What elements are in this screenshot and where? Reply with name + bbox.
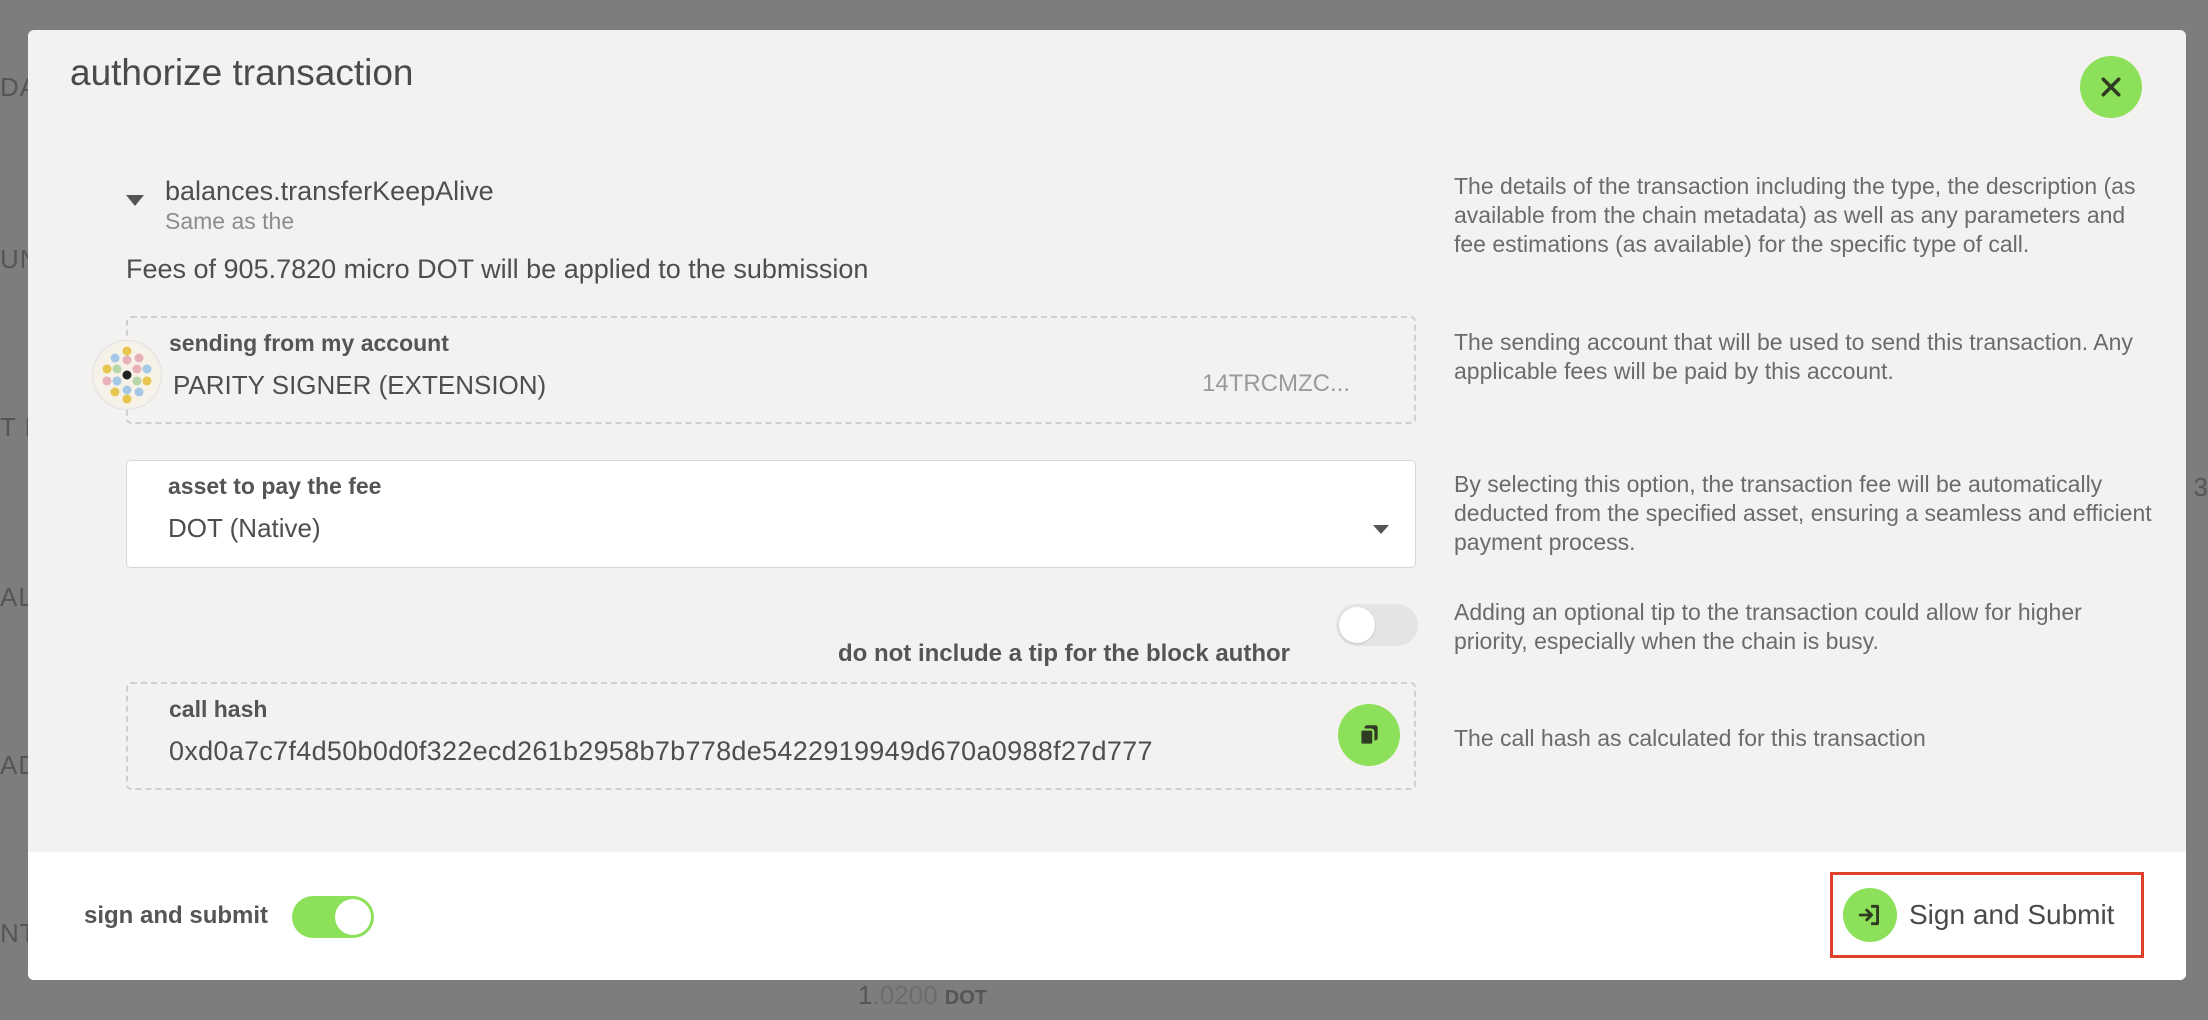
fees-info: Fees of 905.7820 micro DOT will be appli… [126,254,869,284]
copy-icon [1359,725,1378,746]
call-hash-value: 0xd0a7c7f4d50b0d0f322ecd261b2958b7b778de… [169,736,1153,766]
help-sending-account: The sending account that will be used to… [1454,329,2133,384]
modal-footer: sign and submit Sign and Submit [28,852,2186,980]
sending-account-name: PARITY SIGNER (EXTENSION) [173,370,547,400]
toggle-knob [335,899,371,935]
account-avatar [92,340,162,410]
sending-account-field: sending from my account PARITY SIGNER (E… [126,316,1416,424]
sending-account-address: 14TRCMZC... [1201,370,1350,397]
modal-title: authorize transaction [70,52,414,93]
authorize-transaction-modal: authorize transaction balances.transferK… [28,30,2186,980]
fee-asset-label: asset to pay the fee [168,473,382,499]
tip-toggle-label: do not include a tip for the block autho… [838,640,1290,667]
close-button[interactable] [2080,56,2142,118]
toggle-knob [1339,607,1375,643]
tip-toggle[interactable] [1336,604,1418,646]
call-hash-field: call hash 0xd0a7c7f4d50b0d0f322ecd261b29… [126,682,1416,790]
bg-balance: 1.0200 DOT [858,980,987,1011]
help-tip: Adding an optional tip to the transactio… [1454,599,2082,654]
sign-submit-toggle[interactable] [292,896,374,938]
bg-balance-int: 1 [858,980,873,1010]
expand-caret-icon[interactable] [126,195,144,206]
help-call-hash: The call hash as calculated for this tra… [1454,725,1926,751]
call-method-name: balances.transferKeepAlive [165,176,494,206]
bg-balance-dec: .0200 [872,980,938,1010]
sign-in-icon [1843,888,1897,942]
fee-asset-select[interactable]: asset to pay the fee DOT (Native) [126,460,1416,568]
chevron-down-icon[interactable] [1373,525,1389,534]
close-icon [2101,77,2121,97]
call-description: Same as the [165,208,295,234]
sending-account-label: sending from my account [169,330,449,356]
fee-asset-value: DOT (Native) [168,513,321,543]
copy-button[interactable] [1338,704,1400,766]
bg-balance-unit: DOT [944,987,987,1009]
help-fee-asset: By selecting this option, the transactio… [1454,471,2152,555]
sign-and-submit-label: Sign and Submit [1909,899,2115,930]
sign-submit-toggle-label: sign and submit [84,902,269,929]
help-call-details: The details of the transaction including… [1454,173,2136,257]
bg-text-fragment: 3 [2193,472,2208,502]
call-hash-label: call hash [169,696,268,722]
sign-and-submit-button[interactable]: Sign and Submit [1830,872,2144,958]
